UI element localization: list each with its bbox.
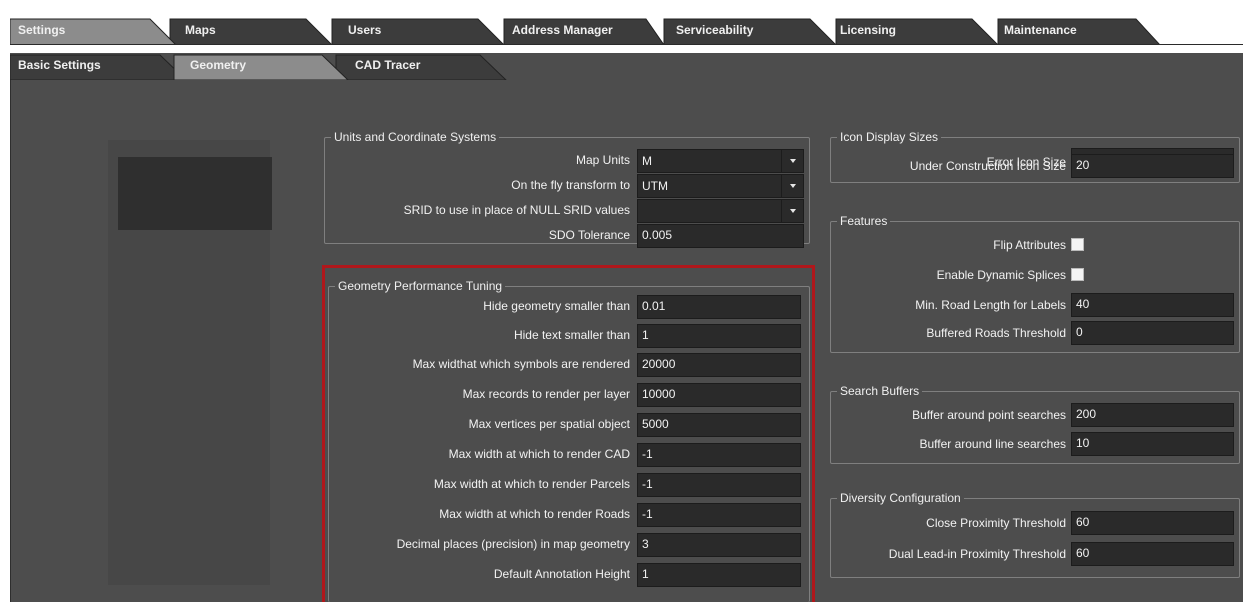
map-units-value: M xyxy=(642,154,652,168)
top-tab-strip: Settings Maps Users Address Manager Serv… xyxy=(10,17,1243,45)
perf-input[interactable]: -1 xyxy=(637,503,801,527)
subtab-geometry[interactable]: Geometry xyxy=(190,58,246,72)
sdo-tolerance-input[interactable]: 0.005 xyxy=(637,224,804,248)
splices-row: Enable Dynamic Splices xyxy=(836,264,1066,288)
search-label: Buffer around line searches xyxy=(919,437,1066,451)
diversity-row: Dual Lead-in Proximity Threshold xyxy=(836,543,1066,567)
map-units-label: Map Units xyxy=(575,153,630,167)
subtab-basic-settings[interactable]: Basic Settings xyxy=(18,58,101,72)
srid-row: SRID to use in place of NULL SRID values xyxy=(330,199,630,223)
perf-input[interactable]: -1 xyxy=(637,473,801,497)
tab-serviceability[interactable]: Serviceability xyxy=(676,23,753,37)
perf-label: Hide text smaller than xyxy=(513,328,630,342)
perf-input[interactable]: -1 xyxy=(637,443,801,467)
tab-maintenance[interactable]: Maintenance xyxy=(1004,23,1077,37)
point-search-buffer-input[interactable]: 200 xyxy=(1071,403,1234,427)
perf-label: Max width at which to render CAD xyxy=(448,447,630,461)
perf-row: Decimal places (precision) in map geomet… xyxy=(330,533,630,557)
perf-input[interactable]: 0.01 xyxy=(637,295,801,319)
icon-label: Under Construction Icon Size xyxy=(909,159,1066,173)
features-label: Buffered Roads Threshold xyxy=(926,326,1066,340)
tab-users[interactable]: Users xyxy=(348,23,381,37)
perf-row: Max records to render per layer xyxy=(330,383,630,407)
chevron-down-icon[interactable] xyxy=(781,200,803,222)
map-units-row: Map Units xyxy=(330,149,630,173)
line-search-buffer-input[interactable]: 10 xyxy=(1071,432,1234,456)
transform-row: On the fly transform to xyxy=(330,174,630,198)
perf-label: Default Annotation Height xyxy=(493,567,630,581)
srid-label: SRID to use in place of NULL SRID values xyxy=(403,203,630,217)
perf-row: Max width at which to render CAD xyxy=(330,443,630,467)
perf-input[interactable]: 1 xyxy=(637,324,801,348)
perf-label: Max records to render per layer xyxy=(462,387,630,401)
flip-attributes-checkbox[interactable] xyxy=(1071,238,1084,251)
splices-label: Enable Dynamic Splices xyxy=(936,268,1066,282)
perf-label: Max width at which to render Parcels xyxy=(433,477,630,491)
close-proximity-input[interactable]: 60 xyxy=(1071,511,1234,535)
perf-row: Default Annotation Height xyxy=(330,563,630,587)
perf-input[interactable]: 10000 xyxy=(637,383,801,407)
search-row: Buffer around line searches xyxy=(836,433,1066,457)
tab-settings[interactable]: Settings xyxy=(18,23,65,37)
units-group-title: Units and Coordinate Systems xyxy=(331,130,500,144)
features-group-title: Features xyxy=(837,214,891,228)
icon-row: Under Construction Icon Size xyxy=(836,156,1066,180)
tab-licensing[interactable]: Licensing xyxy=(840,23,896,37)
under-construction-icon-size-input[interactable]: 20 xyxy=(1071,154,1234,178)
diversity-row: Close Proximity Threshold xyxy=(836,512,1066,536)
tab-address-manager[interactable]: Address Manager xyxy=(512,23,613,37)
perf-label: Max width at which to render Roads xyxy=(439,507,630,521)
diversity-group-title: Diversity Configuration xyxy=(837,491,964,505)
diversity-label: Dual Lead-in Proximity Threshold xyxy=(888,547,1066,561)
flip-label: Flip Attributes xyxy=(993,238,1066,252)
perf-input[interactable]: 1 xyxy=(637,563,801,587)
min-road-length-input[interactable]: 40 xyxy=(1071,293,1234,317)
features-label: Min. Road Length for Labels xyxy=(915,298,1066,312)
transform-label: On the fly transform to xyxy=(511,178,630,192)
diversity-label: Close Proximity Threshold xyxy=(926,516,1066,530)
perf-row: Hide geometry smaller than xyxy=(330,295,630,319)
features-row: Buffered Roads Threshold xyxy=(836,322,1066,346)
chevron-down-icon[interactable] xyxy=(781,150,803,172)
srid-select[interactable] xyxy=(637,199,804,223)
map-units-select[interactable]: M xyxy=(637,149,804,173)
sdo-row: SDO Tolerance xyxy=(330,224,630,248)
perf-row: Max vertices per spatial object xyxy=(330,413,630,437)
perf-input[interactable]: 3 xyxy=(637,533,801,557)
tab-maps[interactable]: Maps xyxy=(185,23,216,37)
left-dark-block xyxy=(118,157,272,230)
perf-row: Max width at which to render Parcels xyxy=(330,473,630,497)
flip-row: Flip Attributes xyxy=(836,234,1066,258)
features-row: Min. Road Length for Labels xyxy=(836,294,1066,318)
search-group-title: Search Buffers xyxy=(837,384,923,398)
chevron-down-icon[interactable] xyxy=(781,175,803,197)
dual-lead-in-proximity-input[interactable]: 60 xyxy=(1071,542,1234,566)
perf-row: Max width at which to render Roads xyxy=(330,503,630,527)
subtab-cad-tracer[interactable]: CAD Tracer xyxy=(355,58,420,72)
buffered-roads-threshold-input[interactable]: 0 xyxy=(1071,321,1234,345)
perf-input[interactable]: 5000 xyxy=(637,413,801,437)
transform-select[interactable]: UTM xyxy=(637,174,804,198)
sdo-label: SDO Tolerance xyxy=(548,228,630,242)
sub-tab-strip: Basic Settings Geometry CAD Tracer xyxy=(10,53,1243,80)
search-label: Buffer around point searches xyxy=(912,408,1066,422)
dynamic-splices-checkbox[interactable] xyxy=(1071,268,1084,281)
perf-label: Hide geometry smaller than xyxy=(483,299,630,313)
perf-row: Hide text smaller than xyxy=(330,324,630,348)
perf-label: Max widthat which symbols are rendered xyxy=(412,357,630,371)
perf-input[interactable]: 20000 xyxy=(637,353,801,377)
perf-row: Max widthat which symbols are rendered xyxy=(330,353,630,377)
icon-group-title: Icon Display Sizes xyxy=(837,130,942,144)
search-row: Buffer around point searches xyxy=(836,404,1066,428)
perf-label: Decimal places (precision) in map geomet… xyxy=(396,537,630,551)
perf-label: Max vertices per spatial object xyxy=(468,417,630,431)
transform-value: UTM xyxy=(642,179,668,193)
